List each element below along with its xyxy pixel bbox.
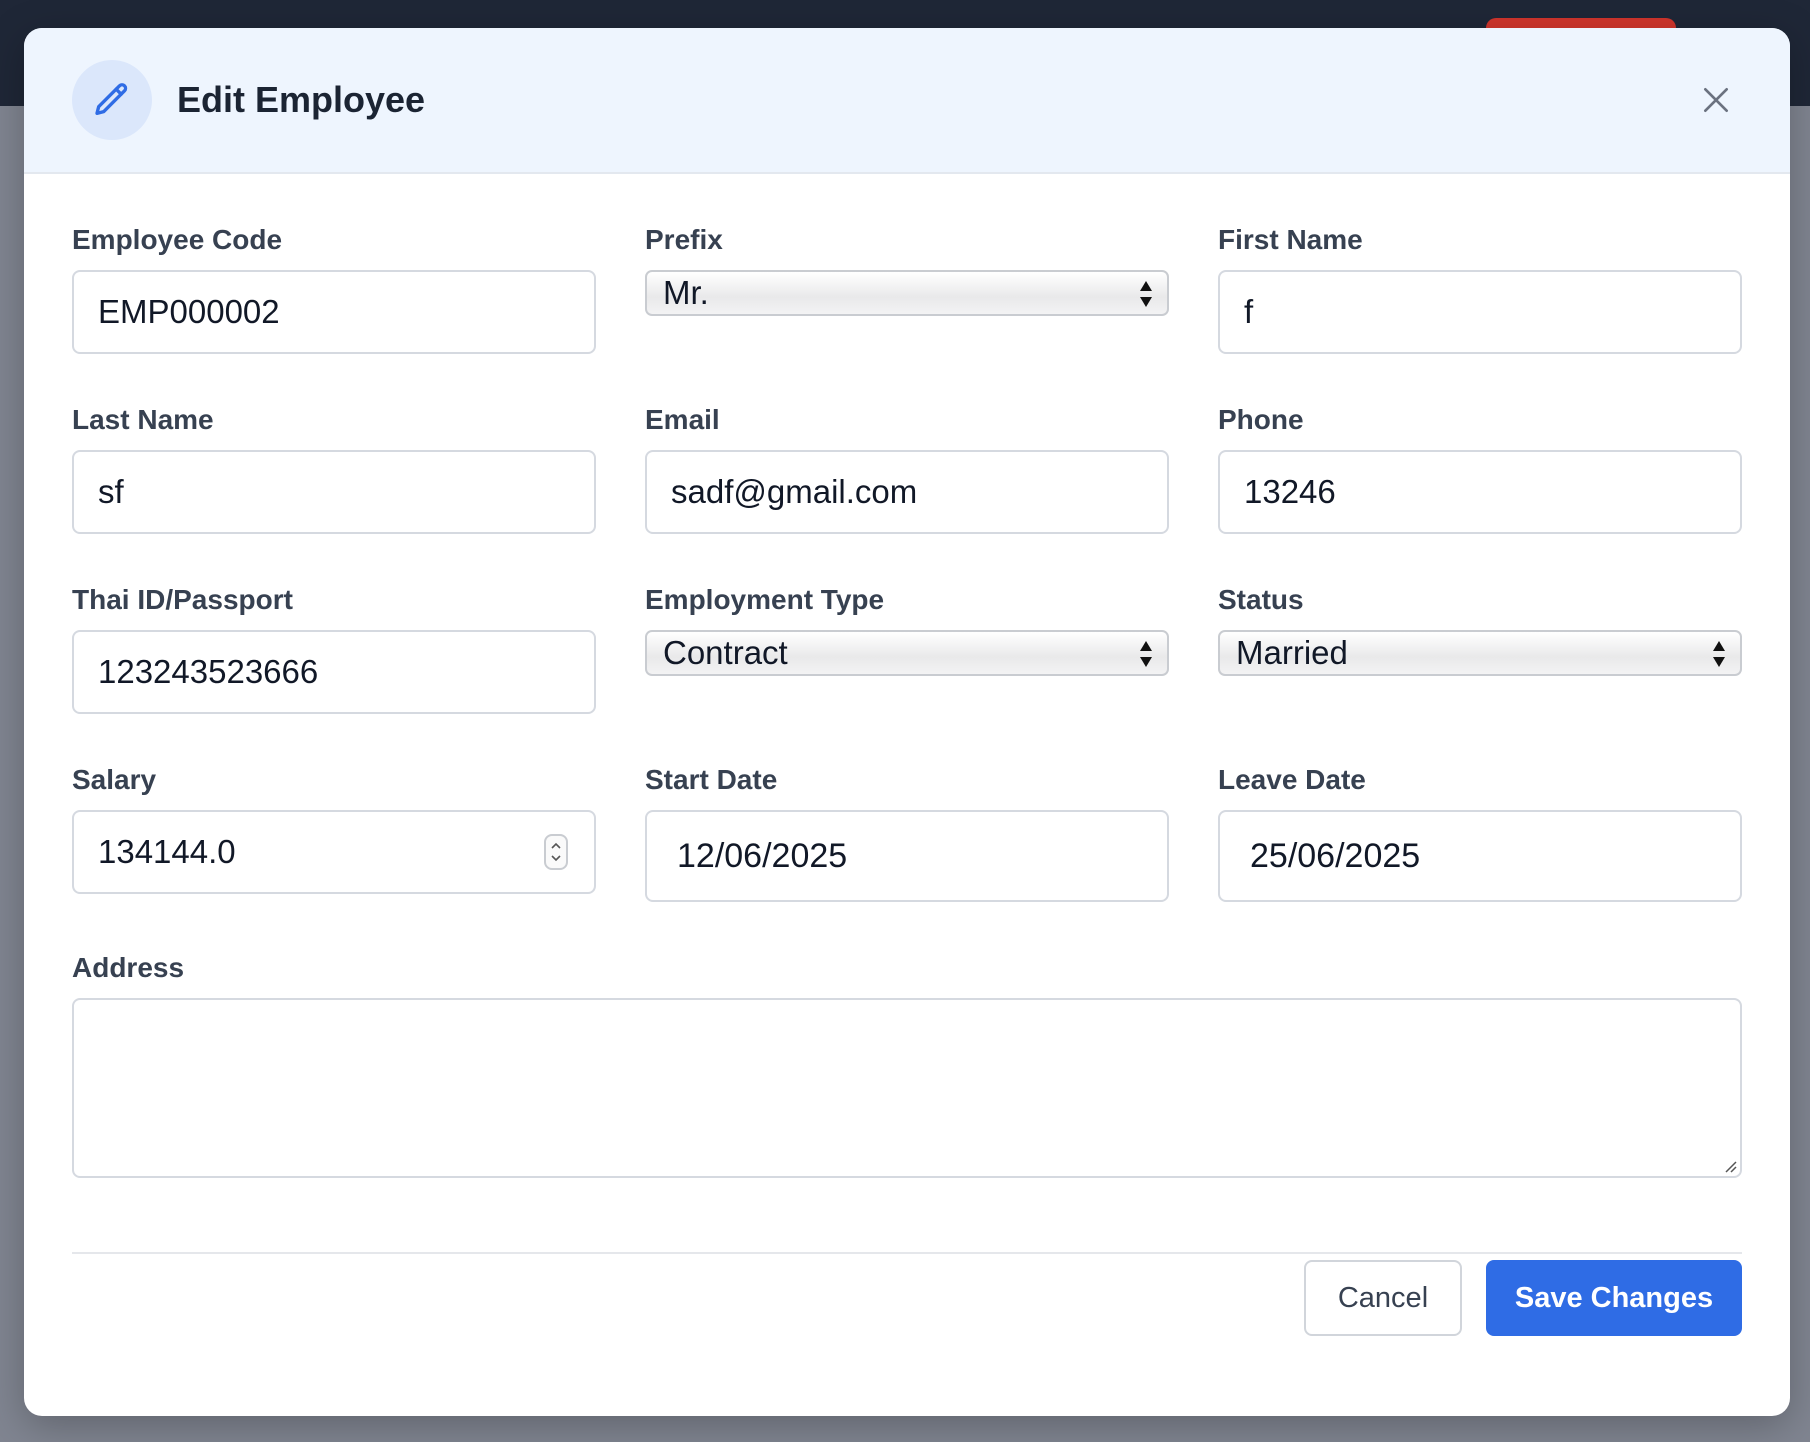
first-name-value: f (1244, 293, 1254, 330)
status-field: Status Married (1218, 582, 1742, 676)
status-value: Married (1236, 634, 1348, 671)
last-name-field: Last Name sf (72, 402, 596, 534)
resize-handle-icon[interactable] (1722, 1158, 1738, 1174)
thai-id-field: Thai ID/Passport 123243523666 (72, 582, 596, 714)
first-name-field: First Name f (1218, 222, 1742, 354)
start-date-label: Start Date (645, 764, 778, 795)
leave-date-input[interactable]: 25/06/2025 (1218, 810, 1742, 902)
salary-field: Salary 134144.0 (72, 762, 596, 894)
first-name-input[interactable]: f (1218, 270, 1742, 354)
address-field: Address (72, 950, 1742, 1178)
leave-date-value: 25/06/2025 (1250, 836, 1421, 875)
status-label: Status (1218, 584, 1304, 615)
modal-header: Edit Employee (24, 28, 1790, 174)
prefix-label: Prefix (645, 224, 723, 255)
select-arrows-icon (1713, 641, 1725, 667)
status-select[interactable]: Married (1218, 630, 1742, 676)
close-icon[interactable] (1696, 80, 1736, 120)
phone-label: Phone (1218, 404, 1304, 435)
spinner-arrows-icon (551, 842, 561, 862)
employment-type-select[interactable]: Contract (645, 630, 1169, 676)
first-name-label: First Name (1218, 224, 1363, 255)
start-date-input[interactable]: 12/06/2025 (645, 810, 1169, 902)
thai-id-label: Thai ID/Passport (72, 584, 293, 615)
leave-date-field: Leave Date 25/06/2025 (1218, 762, 1742, 902)
address-textarea[interactable] (72, 998, 1742, 1178)
email-field: Email sadf@gmail.com (645, 402, 1169, 534)
thai-id-value: 123243523666 (98, 653, 319, 690)
email-value: sadf@gmail.com (671, 473, 918, 510)
select-arrows-icon (1140, 641, 1152, 667)
email-input[interactable]: sadf@gmail.com (645, 450, 1169, 534)
salary-label: Salary (72, 764, 157, 795)
employment-type-value: Contract (663, 634, 788, 671)
phone-input[interactable]: 13246 (1218, 450, 1742, 534)
employee-code-label: Employee Code (72, 224, 283, 255)
phone-field: Phone 13246 (1218, 402, 1742, 534)
number-spinner[interactable] (544, 834, 568, 870)
edit-employee-modal: Edit Employee Employee Code EMP000002 Pr… (24, 28, 1790, 1416)
last-name-input[interactable]: sf (72, 450, 596, 534)
employee-code-value: EMP000002 (98, 293, 280, 330)
last-name-label: Last Name (72, 404, 214, 435)
start-date-field: Start Date 12/06/2025 (645, 762, 1169, 902)
phone-value: 13246 (1244, 473, 1336, 510)
footer-divider (72, 1252, 1742, 1254)
prefix-field: Prefix Mr. (645, 222, 1169, 316)
modal-title: Edit Employee (177, 79, 426, 120)
employee-code-input[interactable]: EMP000002 (72, 270, 596, 354)
thai-id-input[interactable]: 123243523666 (72, 630, 596, 714)
employee-code-field: Employee Code EMP000002 (72, 222, 596, 354)
prefix-select[interactable]: Mr. (645, 270, 1169, 316)
pencil-icon (72, 60, 152, 140)
salary-input[interactable]: 134144.0 (72, 810, 596, 894)
last-name-value: sf (98, 473, 124, 510)
email-label: Email (645, 404, 720, 435)
prefix-value: Mr. (663, 274, 709, 311)
select-arrows-icon (1140, 281, 1152, 307)
employment-type-field: Employment Type Contract (645, 582, 1169, 676)
leave-date-label: Leave Date (1218, 764, 1366, 795)
start-date-value: 12/06/2025 (677, 836, 848, 875)
employment-type-label: Employment Type (645, 584, 885, 615)
salary-value: 134144.0 (98, 833, 236, 870)
cancel-button[interactable]: Cancel (1304, 1260, 1462, 1336)
save-changes-button[interactable]: Save Changes (1486, 1260, 1742, 1336)
address-label: Address (72, 952, 185, 983)
